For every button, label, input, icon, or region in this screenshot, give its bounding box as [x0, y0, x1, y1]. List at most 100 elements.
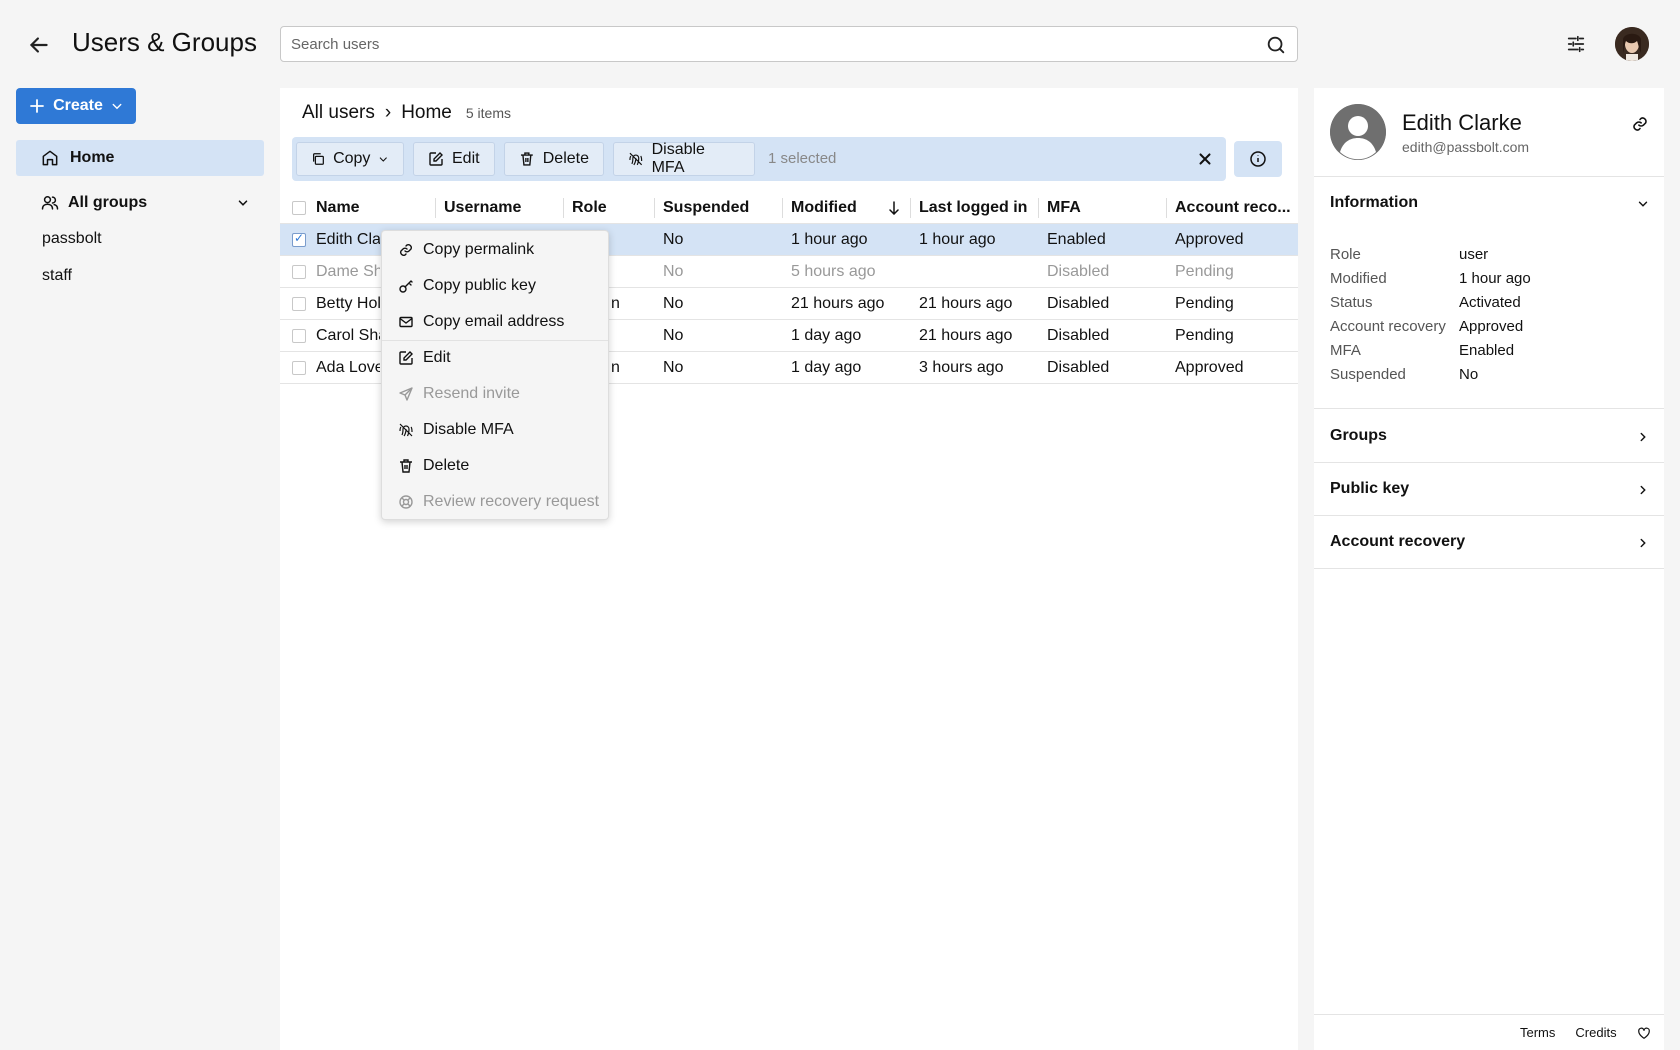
- cell-account-recovery: Pending: [1175, 263, 1234, 280]
- sort-descending-icon[interactable]: [888, 201, 900, 215]
- item-count: 5 items: [465, 105, 511, 121]
- menu-item-label: Delete: [423, 457, 470, 474]
- back-button[interactable]: [26, 32, 52, 58]
- info-role-label: Role: [1330, 246, 1361, 263]
- sliders-icon: [1567, 35, 1585, 53]
- column-header-suspended[interactable]: Suspended: [663, 192, 749, 224]
- row-checkbox[interactable]: [292, 297, 306, 311]
- column-header-mfa[interactable]: MFA: [1047, 192, 1081, 224]
- cell-modified: 1 day ago: [791, 327, 862, 344]
- sidebar-group-staff[interactable]: staff: [42, 267, 72, 285]
- row-checkbox[interactable]: [292, 329, 306, 343]
- cell-name: Edith Clar: [316, 231, 380, 248]
- user-name: Edith Clarke: [1402, 110, 1522, 135]
- users-icon: [41, 196, 59, 210]
- cell-last-logged-in: 3 hours ago: [919, 359, 1004, 376]
- section-title: Information: [1330, 194, 1418, 211]
- breadcrumb-root[interactable]: All users: [302, 102, 375, 124]
- cell-modified: 1 day ago: [791, 359, 862, 376]
- cell-mfa: Disabled: [1047, 263, 1110, 280]
- info-recovery-value: Approved: [1459, 318, 1524, 335]
- user-placeholder-icon: [1330, 104, 1386, 160]
- section-title: Account recovery: [1330, 533, 1466, 550]
- menu-edit[interactable]: Edit: [382, 341, 608, 375]
- copy-icon: [313, 153, 324, 165]
- menu-disable-mfa[interactable]: Disable MFA: [382, 413, 608, 447]
- chevron-down-icon[interactable]: [236, 196, 250, 210]
- menu-item-label: Resend invite: [423, 385, 520, 402]
- sidebar-item-all-groups[interactable]: All groups: [16, 186, 264, 220]
- user-avatar: [1330, 104, 1386, 160]
- link-icon[interactable]: [1631, 115, 1649, 133]
- cell-last-logged-in: 21 hours ago: [919, 327, 1013, 344]
- section-account-recovery[interactable]: Account recovery: [1330, 533, 1650, 551]
- breadcrumb-current[interactable]: Home: [401, 102, 452, 124]
- footer: Terms Credits: [1520, 1025, 1651, 1040]
- user-details-sidebar: [1314, 88, 1664, 1050]
- column-header-name[interactable]: Name: [316, 192, 360, 224]
- row-checkbox[interactable]: [292, 265, 306, 279]
- row-checkbox[interactable]: [292, 361, 306, 375]
- copy-button[interactable]: Copy: [296, 142, 404, 176]
- page-title: Users & Groups: [72, 27, 257, 57]
- menu-item-label: Review recovery request: [423, 493, 600, 510]
- menu-copy-permalink[interactable]: Copy permalink: [382, 233, 608, 267]
- cell-mfa: Disabled: [1047, 327, 1110, 344]
- cell-modified: 1 hour ago: [791, 231, 868, 248]
- cell-account-recovery: Approved: [1175, 359, 1244, 376]
- delete-button[interactable]: Delete: [504, 142, 604, 176]
- search-icon[interactable]: [1265, 34, 1287, 56]
- heart-icon[interactable]: [1637, 1026, 1651, 1040]
- info-modified-label: Modified: [1330, 270, 1387, 287]
- cell-suspended: No: [663, 295, 684, 312]
- menu-resend-invite: Resend invite: [382, 377, 608, 411]
- disable-mfa-button[interactable]: Disable MFA: [613, 141, 755, 176]
- search-input[interactable]: [281, 27, 1297, 61]
- cell-account-recovery: Pending: [1175, 295, 1234, 312]
- menu-copy-public-key[interactable]: Copy public key: [382, 269, 608, 303]
- create-button[interactable]: Create: [16, 88, 136, 124]
- edit-button[interactable]: Edit: [413, 142, 495, 176]
- disable-mfa-label: Disable MFA: [651, 141, 705, 176]
- cell-mfa: Disabled: [1047, 295, 1110, 312]
- cell-modified: 5 hours ago: [791, 263, 876, 280]
- cell-mfa: Enabled: [1047, 231, 1106, 248]
- user-email: edith@passbolt.com: [1402, 139, 1530, 155]
- credits-link[interactable]: Credits: [1575, 1025, 1616, 1040]
- edit-label: Edit: [452, 150, 480, 167]
- cell-mfa: Disabled: [1047, 359, 1110, 376]
- section-information[interactable]: Information: [1330, 194, 1650, 212]
- cell-role: n: [611, 359, 620, 376]
- sidebar-item-label: Home: [70, 149, 115, 166]
- menu-item-label: Edit: [423, 349, 451, 366]
- column-header-last-logged-in[interactable]: Last logged in: [919, 192, 1027, 224]
- column-header-username[interactable]: Username: [444, 192, 521, 224]
- fingerprint-off-icon: [399, 423, 413, 437]
- sidebar-group-passbolt[interactable]: passbolt: [42, 230, 102, 248]
- column-header-role[interactable]: Role: [572, 192, 607, 224]
- menu-delete[interactable]: Delete: [382, 449, 608, 483]
- close-icon[interactable]: [1196, 150, 1214, 168]
- home-icon: [42, 150, 58, 166]
- terms-link[interactable]: Terms: [1520, 1025, 1555, 1040]
- search-bar: [280, 26, 1298, 62]
- row-checkbox[interactable]: [292, 231, 306, 247]
- context-menu: Copy permalink Copy public key Copy emai…: [381, 230, 609, 520]
- cell-name: Dame Sh: [316, 263, 380, 280]
- cell-suspended: No: [663, 359, 684, 376]
- menu-item-label: Disable MFA: [423, 421, 514, 438]
- select-all-checkbox[interactable]: [292, 201, 306, 215]
- cell-role: n: [611, 295, 620, 312]
- filter-settings-button[interactable]: [1565, 33, 1587, 55]
- column-header-account-recovery[interactable]: Account reco...: [1175, 192, 1293, 224]
- avatar[interactable]: [1615, 27, 1649, 61]
- table-header: Name Username Role Suspended Modified La…: [280, 192, 1298, 224]
- user-photo-icon: [1615, 27, 1649, 61]
- column-header-modified[interactable]: Modified: [791, 192, 857, 224]
- chevron-right-icon: [1640, 432, 1646, 442]
- section-groups[interactable]: Groups: [1330, 427, 1650, 445]
- info-toggle-button[interactable]: [1234, 141, 1282, 177]
- section-public-key[interactable]: Public key: [1330, 480, 1650, 498]
- sidebar-item-home[interactable]: Home: [16, 140, 264, 176]
- menu-copy-email[interactable]: Copy email address: [382, 305, 608, 339]
